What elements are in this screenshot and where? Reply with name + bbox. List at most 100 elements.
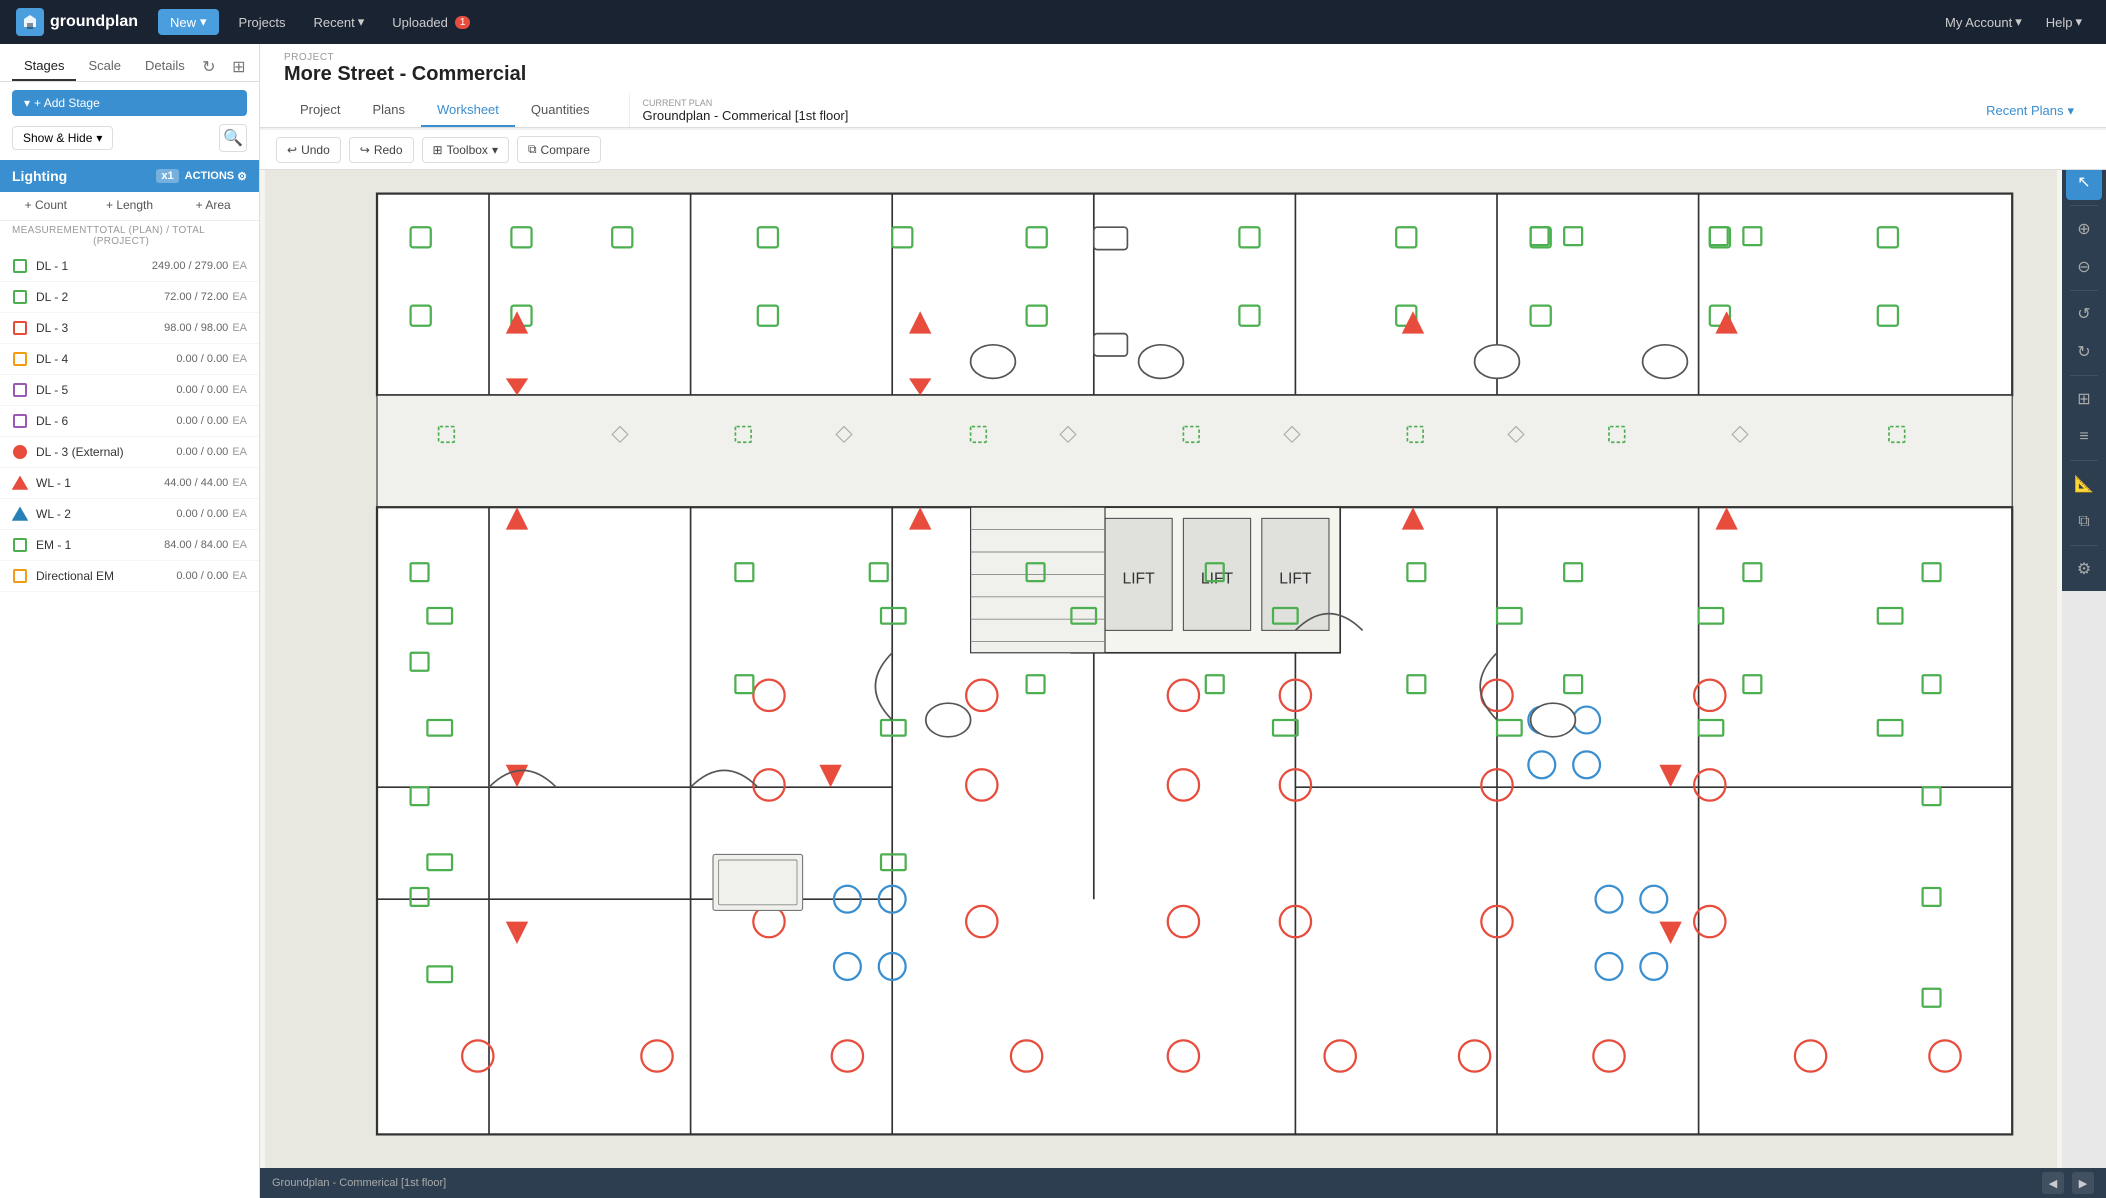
- uploaded-badge: 1: [455, 16, 471, 29]
- current-plan-area: CURRENT PLAN Groundplan - Commerical [1s…: [629, 94, 860, 127]
- right-toolbar: ↖ ⊕ ⊖ ↺ ↻ ⊞ ≡ 📐 ⧉ ⚙: [2062, 160, 2106, 591]
- tab-worksheet[interactable]: Worksheet: [421, 94, 515, 127]
- toolbox-icon: ⊞: [433, 143, 443, 157]
- rotate-left-tool[interactable]: ↺: [2066, 296, 2102, 332]
- measure-item[interactable]: DL - 6 0.00 / 0.00 EA: [0, 406, 259, 437]
- show-hide-button[interactable]: Show & Hide ▾: [12, 126, 113, 150]
- new-dropdown-icon: ▾: [200, 14, 207, 30]
- item-counts: 84.00 / 84.00: [164, 539, 228, 551]
- layers-tool[interactable]: ≡: [2066, 419, 2102, 455]
- help-dropdown-icon: ▾: [2075, 14, 2082, 30]
- item-counts: 98.00 / 98.00: [164, 322, 228, 334]
- item-counts: 0.00 / 0.00: [176, 446, 228, 458]
- zoom-in-tool[interactable]: ⊕: [2066, 211, 2102, 247]
- sidebar-tab-actions: ↻ ⊞: [197, 55, 251, 79]
- compare-button[interactable]: ⧉ Compare: [517, 136, 601, 163]
- undo-button[interactable]: ↩ Undo: [276, 137, 341, 163]
- item-unit: EA: [232, 322, 247, 334]
- prev-plan-button[interactable]: ◀: [2042, 1172, 2064, 1194]
- recent-plans-button[interactable]: Recent Plans ▾: [1978, 99, 2082, 123]
- redo-button[interactable]: ↪ Redo: [349, 137, 414, 163]
- top-navigation: groundplan New ▾ Projects Recent ▾ Uploa…: [0, 0, 2106, 44]
- item-counts: 0.00 / 0.00: [176, 415, 228, 427]
- item-unit: EA: [232, 508, 247, 520]
- add-stage-icon: ▾: [24, 96, 30, 110]
- item-unit: EA: [232, 570, 247, 582]
- new-button[interactable]: New ▾: [158, 9, 219, 35]
- measure-list: DL - 1 249.00 / 279.00 EA DL - 2 72.00 /…: [0, 251, 259, 1198]
- measure-item[interactable]: DL - 2 72.00 / 72.00 EA: [0, 282, 259, 313]
- add-stage-button[interactable]: ▾ + Add Stage: [12, 90, 247, 116]
- item-name: DL - 3: [36, 321, 164, 335]
- show-hide-dropdown-icon: ▾: [96, 131, 102, 145]
- floor-plan-svg: LIFT LIFT LIFT: [260, 160, 2062, 1168]
- grid-tool[interactable]: ⊞: [2066, 381, 2102, 417]
- projects-nav[interactable]: Projects: [231, 11, 294, 34]
- item-name: EM - 1: [36, 538, 164, 552]
- item-unit: EA: [232, 477, 247, 489]
- measure-item[interactable]: WL - 2 0.00 / 0.00 EA: [0, 499, 259, 530]
- logo-text: groundplan: [50, 13, 138, 31]
- logo[interactable]: groundplan: [16, 8, 138, 36]
- show-hide-row: Show & Hide ▾ 🔍: [0, 124, 259, 160]
- actions-button[interactable]: ACTIONS ⚙: [185, 170, 247, 183]
- actions-icon: ⚙: [237, 170, 247, 183]
- measure-item[interactable]: DL - 4 0.00 / 0.00 EA: [0, 344, 259, 375]
- measure-item[interactable]: WL - 1 44.00 / 44.00 EA: [0, 468, 259, 499]
- uploaded-nav[interactable]: Uploaded 1: [384, 11, 478, 34]
- zoom-out-tool[interactable]: ⊖: [2066, 249, 2102, 285]
- measure-item[interactable]: EM - 1 84.00 / 84.00 EA: [0, 530, 259, 561]
- item-counts: 249.00 / 279.00: [152, 260, 228, 272]
- tab-details[interactable]: Details: [133, 52, 197, 81]
- toolbox-button[interactable]: ⊞ Toolbox ▾: [422, 137, 509, 163]
- tab-quantities[interactable]: Quantities: [515, 94, 606, 127]
- item-name: DL - 6: [36, 414, 176, 428]
- measure-item[interactable]: Directional EM 0.00 / 0.00 EA: [0, 561, 259, 592]
- item-counts: 0.00 / 0.00: [176, 384, 228, 396]
- item-unit: EA: [232, 353, 247, 365]
- item-unit: EA: [232, 291, 247, 303]
- redo-icon: ↪: [360, 143, 370, 157]
- item-counts: 44.00 / 44.00: [164, 477, 228, 489]
- my-account-nav[interactable]: My Account ▾: [1937, 10, 2030, 34]
- item-name: DL - 2: [36, 290, 164, 304]
- main-canvas: LIFT LIFT LIFT: [260, 160, 2106, 1198]
- measure-tool[interactable]: 📐: [2066, 466, 2102, 502]
- settings-tool[interactable]: ⚙: [2066, 551, 2102, 587]
- tab-plans[interactable]: Plans: [356, 94, 421, 127]
- floor-plan-container[interactable]: LIFT LIFT LIFT: [260, 160, 2062, 1168]
- measure-item[interactable]: DL - 5 0.00 / 0.00 EA: [0, 375, 259, 406]
- project-label: PROJECT: [284, 52, 2082, 63]
- settings-icon[interactable]: ⊞: [227, 55, 251, 79]
- stage-header-right: x1 ACTIONS ⚙: [156, 169, 247, 183]
- item-name: DL - 1: [36, 259, 152, 273]
- compare-icon: ⧉: [528, 142, 537, 157]
- logo-icon: [16, 8, 44, 36]
- tab-stages[interactable]: Stages: [12, 52, 76, 81]
- recent-nav[interactable]: Recent ▾: [306, 10, 373, 34]
- toolbar: ↩ Undo ↪ Redo ⊞ Toolbox ▾ ⧉ Compare: [260, 130, 2106, 170]
- item-counts: 0.00 / 0.00: [176, 570, 228, 582]
- svg-text:LIFT: LIFT: [1122, 570, 1155, 587]
- item-name: Directional EM: [36, 569, 176, 583]
- measure-item[interactable]: DL - 1 249.00 / 279.00 EA: [0, 251, 259, 282]
- current-plan-status: Groundplan - Commerical [1st floor]: [272, 1177, 446, 1189]
- help-nav[interactable]: Help ▾: [2038, 10, 2090, 34]
- tab-scale[interactable]: Scale: [76, 52, 133, 81]
- next-plan-button[interactable]: ▶: [2072, 1172, 2094, 1194]
- item-name: DL - 4: [36, 352, 176, 366]
- compare-tool[interactable]: ⧉: [2066, 504, 2102, 540]
- measure-item[interactable]: DL - 3 (External) 0.00 / 0.00 EA: [0, 437, 259, 468]
- length-tab[interactable]: + Length: [88, 192, 172, 220]
- item-unit: EA: [232, 415, 247, 427]
- measure-tabs: + Count + Length + Area: [0, 192, 259, 221]
- count-tab[interactable]: + Count: [4, 192, 88, 220]
- rotate-right-tool[interactable]: ↻: [2066, 334, 2102, 370]
- tab-project[interactable]: Project: [284, 94, 356, 127]
- project-tab-bar: Project Plans Worksheet Quantities CURRE…: [284, 94, 2082, 127]
- item-name: WL - 1: [36, 476, 164, 490]
- search-button[interactable]: 🔍: [219, 124, 247, 152]
- area-tab[interactable]: + Area: [171, 192, 255, 220]
- refresh-icon[interactable]: ↻: [197, 55, 221, 79]
- measure-item[interactable]: DL - 3 98.00 / 98.00 EA: [0, 313, 259, 344]
